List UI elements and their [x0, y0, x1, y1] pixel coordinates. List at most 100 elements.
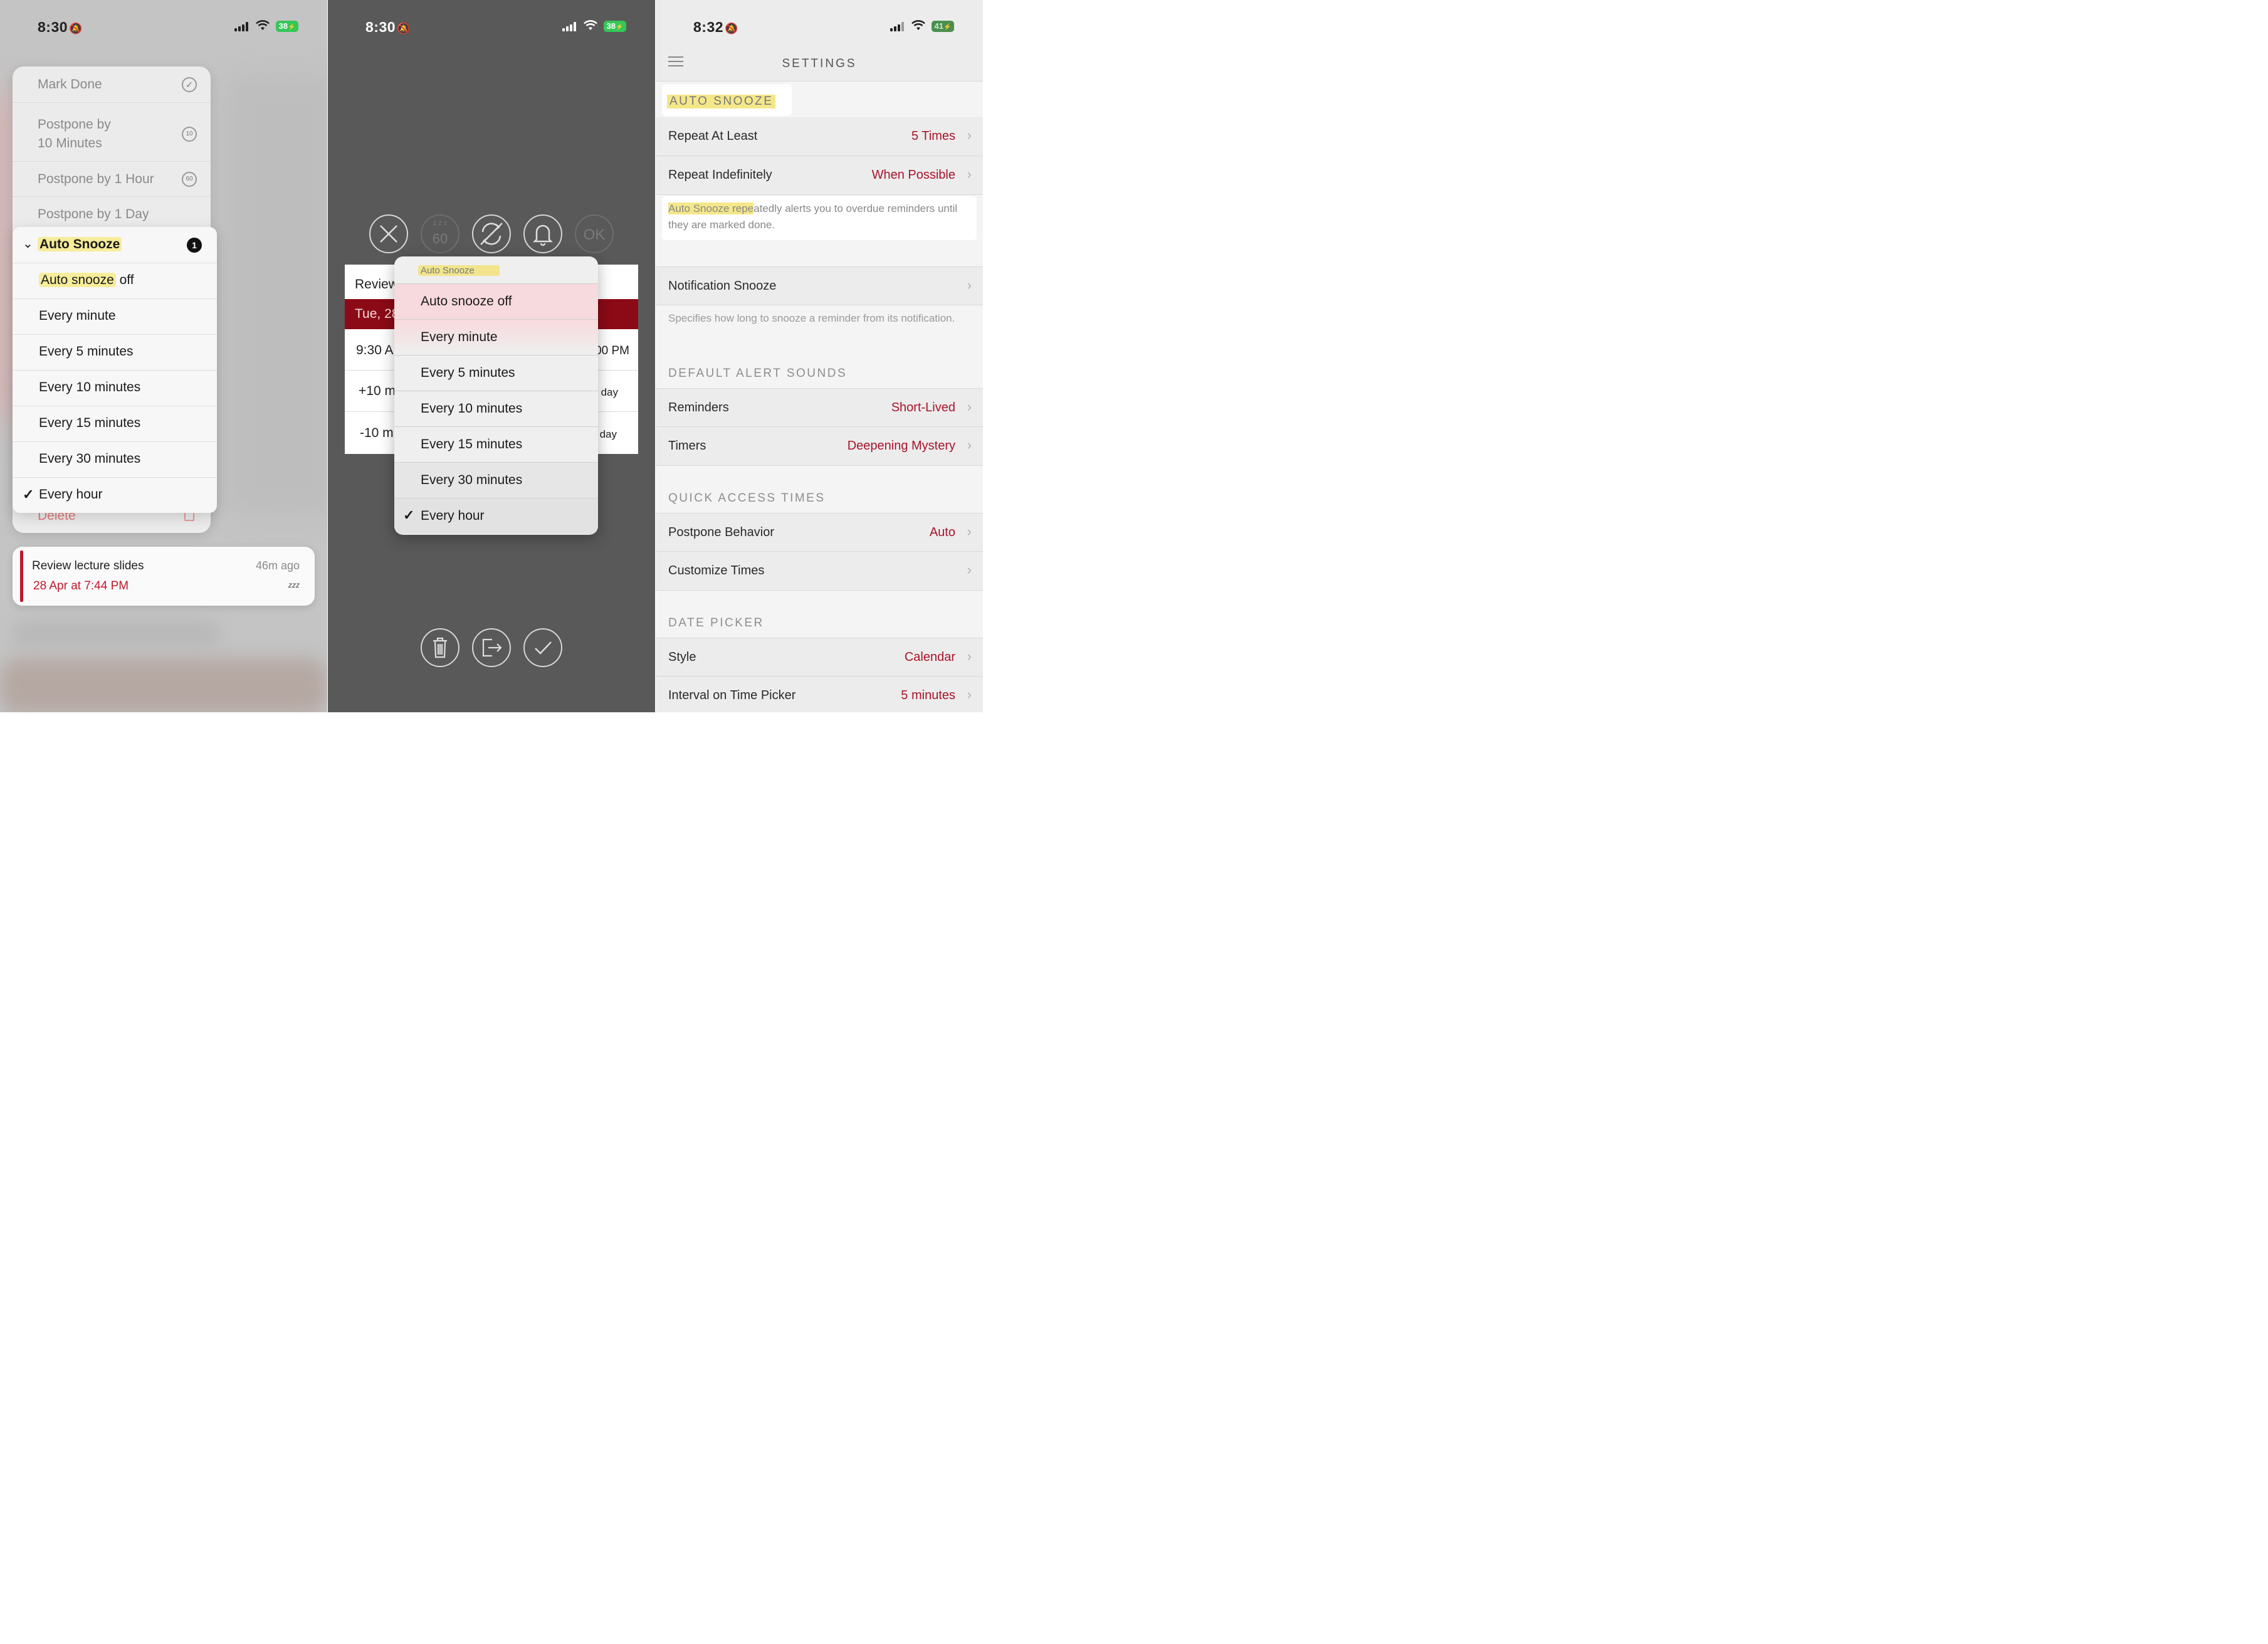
close-button[interactable] [369, 214, 408, 253]
section-title-default-alert-sounds: DEFAULT ALERT SOUNDS [668, 367, 848, 380]
row-value: Short-Lived [891, 401, 955, 414]
row-value: Auto [929, 525, 955, 539]
item-label: Every 30 minutes [39, 451, 141, 466]
row-interval-on-time-picker[interactable]: Interval on Time Picker 5 minutes › [656, 677, 983, 712]
page-title: SETTINGS [782, 57, 857, 70]
row-timers[interactable]: Timers Deepening Mystery › [656, 427, 983, 466]
status-time: 8:30 🔕 [365, 19, 411, 35]
battery-icon: 38⚡ [276, 21, 298, 32]
auto-snooze-button[interactable] [472, 214, 511, 253]
status-time: 8:32 🔕 [693, 19, 738, 35]
time-end: 00 PM [595, 344, 629, 357]
ok-button[interactable]: OK [575, 214, 614, 253]
row-repeat-indefinitely[interactable]: Repeat Indefinitely When Possible › [656, 156, 983, 195]
item-label: Every 5 minutes [39, 344, 134, 359]
item-label: Every 5 minutes [421, 366, 515, 380]
wifi-icon [256, 20, 270, 30]
move-button[interactable] [472, 628, 511, 667]
submenu-item-every-10-minutes[interactable]: Every 10 minutes [13, 371, 217, 406]
row-label: Repeat Indefinitely [668, 168, 772, 182]
row-repeat-at-least[interactable]: Repeat At Least 5 Times › [656, 117, 983, 156]
row-label: Customize Times [668, 564, 765, 577]
chevron-right-icon: › [967, 166, 972, 182]
popup-item-every-15-minutes[interactable]: Every 15 minutes [394, 427, 598, 463]
footer-text: Auto Snooze repeatedly alerts you to ove… [668, 201, 970, 233]
notification-title: Review lecture slides [32, 559, 144, 572]
battery-icon: 38⚡ [604, 21, 626, 32]
snooze-60-button[interactable]: z z z 60 [421, 214, 459, 253]
popup-item-every-10-minutes[interactable]: Every 10 minutes [394, 391, 598, 427]
blurred-background [226, 75, 327, 514]
popup-item-every-hour[interactable]: ✓ Every hour [394, 498, 598, 534]
menu-item-label: 10 Minutes [38, 136, 102, 150]
bell-slash-icon: 🔕 [69, 23, 83, 34]
wifi-icon [584, 20, 597, 30]
menu-item-label: Postpone by [38, 117, 111, 132]
chevron-right-icon: › [967, 399, 972, 414]
popup-item-auto-snooze-off[interactable]: Auto snooze off [394, 284, 598, 320]
row-customize-times[interactable]: Customize Times › [656, 552, 983, 591]
item-label: Every 10 minutes [39, 380, 141, 394]
trash-icon [433, 637, 447, 658]
cellular-signal-icon [562, 21, 579, 31]
notification-time-ago: 46m ago [255, 559, 300, 572]
status-time: 8:30 🔕 [38, 19, 83, 35]
rewind-10-icon: 10 [182, 127, 197, 142]
auto-snooze-submenu: ⌄ Auto Snooze 1 Auto snooze off Every mi… [13, 227, 217, 513]
row-postpone-behavior[interactable]: Postpone Behavior Auto › [656, 513, 983, 552]
screen-settings: 8:32 🔕 41⚡ SETTINGS AUTO SNOOZE Repeat At… [656, 0, 983, 712]
row-label: Style [668, 650, 696, 664]
row-label: Timers [668, 439, 706, 453]
status-bar: 8:30 🔕 38⚡ [328, 15, 655, 38]
notification-snooze-footer: Specifies how long to snooze a reminder … [668, 312, 955, 324]
chevron-right-icon: › [967, 127, 972, 143]
cellular-signal-icon [890, 21, 906, 31]
delete-button[interactable] [421, 628, 459, 667]
menu-item-mark-done[interactable]: Mark Done ✓ [13, 66, 211, 103]
minus-10-label: -10 mi [360, 426, 397, 440]
rewind-60-icon: 60 [182, 172, 197, 187]
close-icon [380, 225, 397, 243]
auto-snooze-popup: Auto Snooze Auto snooze off Every minute… [394, 256, 598, 535]
row-label: Postpone Behavior [668, 525, 775, 539]
submenu-item-every-hour[interactable]: ✓ Every hour [13, 478, 217, 513]
submenu-item-auto-snooze-off[interactable]: Auto snooze off [13, 263, 217, 299]
submenu-header-auto-snooze[interactable]: ⌄ Auto Snooze 1 [13, 227, 217, 263]
chevron-right-icon: › [967, 687, 972, 702]
accent-bar [20, 551, 23, 602]
menu-item-postpone-1-hour[interactable]: Postpone by 1 Hour 60 [13, 162, 211, 197]
checkmark-circle-icon: ✓ [182, 77, 197, 92]
reminder-date: Tue, 28 [355, 307, 399, 321]
done-button[interactable] [523, 628, 562, 667]
menu-item-postpone-10-minutes[interactable]: Postpone by 10 Minutes 10 [13, 108, 211, 162]
alert-button[interactable] [523, 214, 562, 253]
menu-item-label: Postpone by 1 Hour [38, 172, 154, 186]
popup-item-every-5-minutes[interactable]: Every 5 minutes [394, 356, 598, 391]
item-label: Every 15 minutes [39, 416, 141, 430]
item-label: Every minute [421, 330, 498, 344]
row-notification-snooze[interactable]: Notification Snooze › [656, 266, 983, 305]
menu-item-postpone-1-day[interactable]: Postpone by 1 Day [13, 197, 211, 228]
row-reminders[interactable]: Reminders Short-Lived › [656, 388, 983, 427]
section-title-date-picker: DATE PICKER [668, 616, 764, 630]
row-label: Notification Snooze [668, 279, 777, 293]
row-style[interactable]: Style Calendar › [656, 638, 983, 677]
submenu-item-every-5-minutes[interactable]: Every 5 minutes [13, 335, 217, 371]
blurred-background [0, 658, 327, 712]
chevron-right-icon: › [967, 648, 972, 664]
chevron-right-icon: › [967, 524, 972, 539]
popup-item-every-30-minutes[interactable]: Every 30 minutes [394, 463, 598, 498]
item-label: Every 15 minutes [421, 437, 523, 451]
bell-slash-icon: 🔕 [725, 23, 738, 34]
popup-item-every-minute[interactable]: Every minute [394, 320, 598, 356]
battery-icon: 41⚡ [932, 21, 954, 32]
submenu-item-every-15-minutes[interactable]: Every 15 minutes [13, 406, 217, 442]
item-label-highlight: Auto snooze [39, 273, 116, 287]
chevron-right-icon: › [967, 277, 972, 293]
submenu-item-every-30-minutes[interactable]: Every 30 minutes [13, 442, 217, 478]
notification-banner[interactable]: Review lecture slides 46m ago 28 Apr at … [13, 547, 315, 606]
row-value: 5 minutes [901, 688, 955, 702]
submenu-item-every-minute[interactable]: Every minute [13, 299, 217, 335]
row-label: Repeat At Least [668, 129, 758, 143]
chevron-down-icon: ⌄ [23, 237, 33, 251]
